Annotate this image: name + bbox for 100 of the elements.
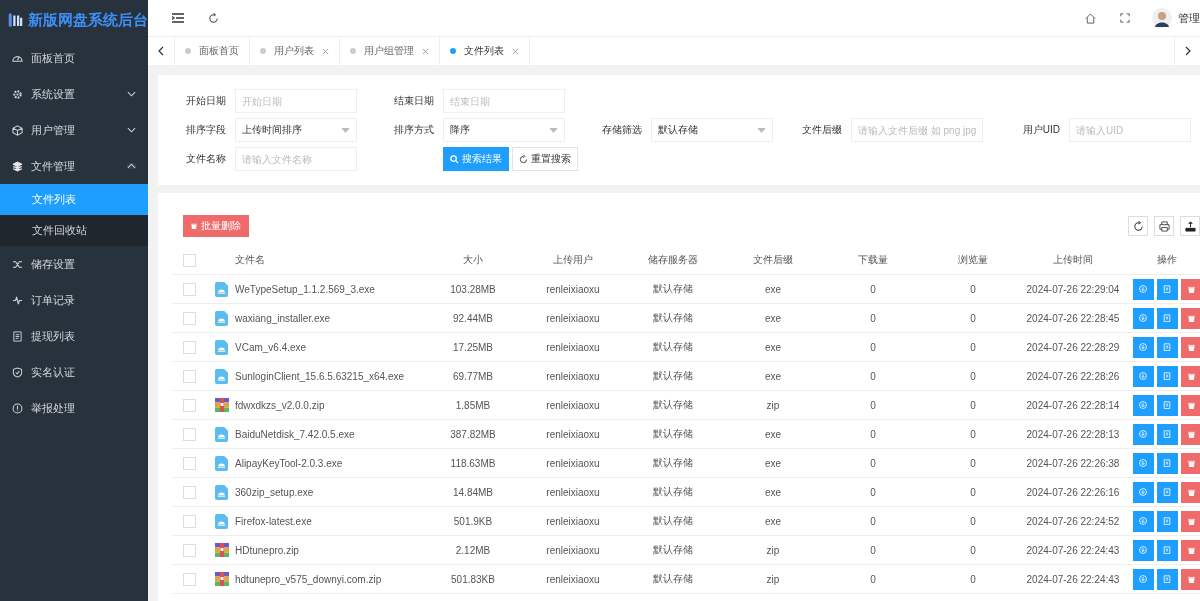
delete-button[interactable] bbox=[1180, 365, 1200, 387]
row-checkbox[interactable] bbox=[183, 543, 196, 557]
column-header: 文件后缀 bbox=[752, 253, 794, 267]
select-field[interactable]: 上传时间排序 bbox=[235, 118, 357, 142]
input-field[interactable]: 请输入UID bbox=[1069, 118, 1191, 142]
sidebar-item[interactable]: 面板首页 bbox=[0, 40, 148, 76]
refresh-button[interactable] bbox=[1128, 216, 1148, 236]
tab[interactable]: 用户列表 bbox=[250, 37, 340, 65]
sidebar-item[interactable]: 储存设置 bbox=[0, 246, 148, 282]
field-label: 存储筛选 bbox=[601, 123, 642, 137]
download-button[interactable] bbox=[1132, 423, 1154, 445]
delete-button[interactable] bbox=[1180, 452, 1200, 474]
table-cell-text: 0 bbox=[869, 341, 877, 353]
user-name[interactable]: 管理 bbox=[1178, 10, 1200, 26]
details-button[interactable] bbox=[1156, 539, 1178, 561]
close-icon[interactable] bbox=[422, 47, 429, 55]
details-button[interactable] bbox=[1156, 423, 1178, 445]
delete-button[interactable] bbox=[1180, 481, 1200, 503]
download-button[interactable] bbox=[1132, 365, 1154, 387]
trash-icon bbox=[1187, 488, 1195, 496]
delete-button[interactable] bbox=[1180, 423, 1200, 445]
column-header: 上传时间 bbox=[1052, 253, 1094, 267]
print-button[interactable] bbox=[1154, 216, 1174, 236]
row-checkbox[interactable] bbox=[183, 427, 196, 441]
delete-button[interactable] bbox=[1180, 336, 1200, 358]
row-checkbox[interactable] bbox=[183, 282, 196, 296]
delete-button[interactable] bbox=[1180, 510, 1200, 532]
download-button[interactable] bbox=[1132, 481, 1154, 503]
menu-icon[interactable] bbox=[172, 13, 184, 23]
download-button[interactable] bbox=[1132, 278, 1154, 300]
column-header: 大小 bbox=[462, 253, 484, 267]
download-button[interactable] bbox=[1132, 307, 1154, 329]
sidebar-item[interactable]: 举报处理 bbox=[0, 390, 148, 426]
layers-icon bbox=[12, 160, 23, 172]
table-cell-text: 默认存储 bbox=[652, 485, 694, 499]
row-checkbox[interactable] bbox=[183, 340, 196, 354]
download-button[interactable] bbox=[1132, 539, 1154, 561]
download-button[interactable] bbox=[1132, 452, 1154, 474]
details-button[interactable] bbox=[1156, 307, 1178, 329]
row-checkbox[interactable] bbox=[183, 572, 196, 586]
delete-button[interactable] bbox=[1180, 307, 1200, 329]
table-cell-text: renleixiaoxu bbox=[545, 283, 601, 295]
row-checkbox[interactable] bbox=[183, 398, 196, 412]
delete-button[interactable] bbox=[1180, 539, 1200, 561]
sidebar-item[interactable]: 订单记录 bbox=[0, 282, 148, 318]
table-cell-text: 0 bbox=[969, 486, 977, 498]
details-button[interactable] bbox=[1156, 365, 1178, 387]
details-button[interactable] bbox=[1156, 510, 1178, 532]
select-all-checkbox[interactable] bbox=[183, 253, 196, 267]
sidebar-item[interactable]: 文件管理 bbox=[0, 148, 148, 184]
clipboard-icon bbox=[1163, 488, 1171, 496]
row-checkbox[interactable] bbox=[183, 369, 196, 383]
table-cell-text: 默认存储 bbox=[652, 514, 694, 528]
sidebar-item[interactable]: 提现列表 bbox=[0, 318, 148, 354]
home-icon[interactable] bbox=[1085, 12, 1096, 24]
shield-icon bbox=[12, 366, 23, 378]
tab[interactable]: 文件列表 bbox=[440, 37, 530, 65]
details-button[interactable] bbox=[1156, 481, 1178, 503]
details-button[interactable] bbox=[1156, 278, 1178, 300]
tab[interactable]: 用户组管理 bbox=[340, 37, 440, 65]
row-checkbox[interactable] bbox=[183, 485, 196, 499]
select-field[interactable]: 默认存储 bbox=[651, 118, 773, 142]
details-button[interactable] bbox=[1156, 394, 1178, 416]
input-field[interactable]: 请输入文件后缀 如 png jpg bbox=[851, 118, 983, 142]
row-checkbox[interactable] bbox=[183, 514, 196, 528]
row-checkbox[interactable] bbox=[183, 311, 196, 325]
sidebar-item[interactable]: 用户管理 bbox=[0, 112, 148, 148]
tab[interactable]: 面板首页 bbox=[175, 37, 250, 65]
sidebar-item[interactable]: 实名认证 bbox=[0, 354, 148, 390]
export-button[interactable] bbox=[1180, 216, 1200, 236]
field-label: 文件后缀 bbox=[801, 123, 842, 137]
details-button[interactable] bbox=[1156, 568, 1178, 590]
details-button[interactable] bbox=[1156, 452, 1178, 474]
table-cell-text: zip bbox=[765, 399, 781, 411]
table-cell-text: 0 bbox=[969, 312, 977, 324]
reset-button[interactable]: 重置搜索 bbox=[512, 147, 578, 171]
sidebar-item[interactable]: 系统设置 bbox=[0, 76, 148, 112]
refresh-icon[interactable] bbox=[208, 12, 219, 24]
table-cell-text: 默认存储 bbox=[652, 398, 694, 412]
avatar-icon[interactable] bbox=[1152, 8, 1172, 28]
fullscreen-icon[interactable] bbox=[1120, 13, 1130, 23]
download-button[interactable] bbox=[1132, 510, 1154, 532]
printer-icon bbox=[1158, 220, 1170, 232]
details-button[interactable] bbox=[1156, 336, 1178, 358]
close-icon[interactable] bbox=[512, 47, 519, 55]
delete-button[interactable] bbox=[1180, 278, 1200, 300]
delete-button[interactable] bbox=[1180, 568, 1200, 590]
table-cell-text: 0 bbox=[969, 283, 977, 295]
row-checkbox[interactable] bbox=[183, 456, 196, 470]
download-button[interactable] bbox=[1132, 568, 1154, 590]
input-field[interactable]: 请输入文件名称 bbox=[235, 147, 357, 171]
table-cell-text: 2024-07-26 22:24:43 bbox=[1025, 544, 1121, 556]
table-cell-text: exe bbox=[763, 312, 783, 324]
select-field[interactable]: 降序 bbox=[443, 118, 565, 142]
download-button[interactable] bbox=[1132, 394, 1154, 416]
delete-button[interactable] bbox=[1180, 394, 1200, 416]
sidebar-subitem[interactable]: 文件回收站 bbox=[0, 215, 148, 246]
download-button[interactable] bbox=[1132, 336, 1154, 358]
archive-file-icon bbox=[215, 398, 229, 412]
close-icon[interactable] bbox=[322, 47, 329, 55]
